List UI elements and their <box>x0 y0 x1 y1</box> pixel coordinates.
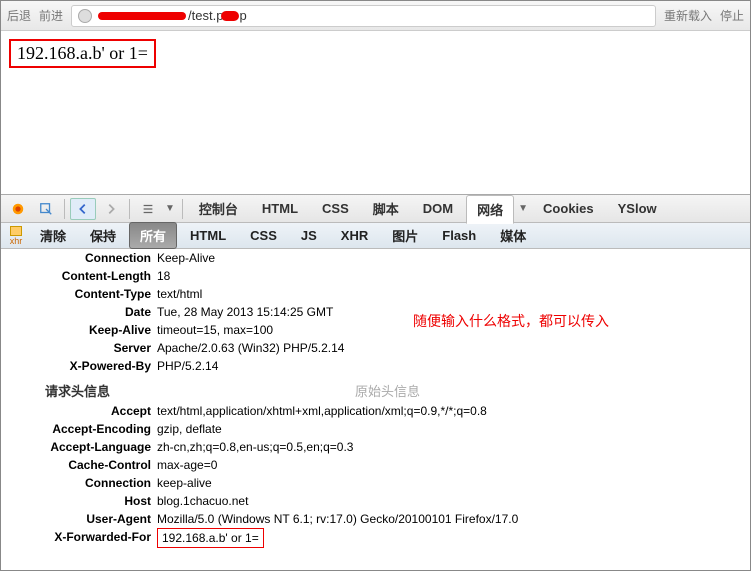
filter-images[interactable]: 图片 <box>381 222 429 249</box>
filter-xhr[interactable]: XHR <box>330 224 379 247</box>
header-value: Mozilla/5.0 (Windows NT 6.1; rv:17.0) Ge… <box>157 510 750 528</box>
header-key: Server <box>1 339 157 357</box>
url-text: /test.pp <box>96 8 247 23</box>
forward-button[interactable]: 前进 <box>39 7 63 24</box>
xff-highlight-box: 192.168.a.b' or 1= <box>157 528 264 548</box>
header-row: Cache-Controlmax-age=0 <box>1 456 750 474</box>
header-key: Content-Length <box>1 267 157 285</box>
header-row: Accept-Languagezh-cn,zh;q=0.8,en-us;q=0.… <box>1 438 750 456</box>
filter-js[interactable]: JS <box>290 224 328 247</box>
dropdown-icon[interactable]: ▼ <box>163 203 177 214</box>
filter-html[interactable]: HTML <box>179 224 237 247</box>
dropdown-icon[interactable]: ▼ <box>516 203 530 214</box>
devtools-main-toolbar: ▼ 控制台 HTML CSS 脚本 DOM 网络 ▼ Cookies YSlow <box>1 195 750 223</box>
header-value: keep-alive <box>157 474 750 492</box>
xhr-badge-label: xhr <box>10 236 23 246</box>
header-value: 192.168.a.b' or 1= <box>157 528 750 548</box>
globe-icon <box>78 9 92 23</box>
xhr-badge-icon <box>10 226 22 236</box>
nav-back-icon[interactable] <box>70 198 96 220</box>
header-row: Content-Typetext/html <box>1 285 750 303</box>
header-row: X-Forwarded-For192.168.a.b' or 1= <box>1 528 750 548</box>
header-key: Content-Type <box>1 285 157 303</box>
annotation-text: 随便输入什么格式，都可以传入 <box>413 311 609 331</box>
tab-html[interactable]: HTML <box>251 196 309 221</box>
header-row: Content-Length18 <box>1 267 750 285</box>
header-key: Accept <box>1 402 157 420</box>
filter-all[interactable]: 所有 <box>129 222 177 249</box>
header-value: blog.1chacuo.net <box>157 492 750 510</box>
header-value: PHP/5.2.14 <box>157 357 750 375</box>
header-row: DateTue, 28 May 2013 15:14:25 GMT <box>1 303 750 321</box>
request-headers-label[interactable]: 请求头信息 <box>45 381 355 400</box>
separator <box>64 199 65 219</box>
tab-cookies[interactable]: Cookies <box>532 196 605 221</box>
header-key: Keep-Alive <box>1 321 157 339</box>
clear-button[interactable]: 清除 <box>29 222 77 249</box>
header-row: Connectionkeep-alive <box>1 474 750 492</box>
header-key: User-Agent <box>1 510 157 528</box>
raw-headers-label[interactable]: 原始头信息 <box>355 381 420 400</box>
devtools-sub-toolbar: xhr 清除 保持 所有 HTML CSS JS XHR 图片 Flash 媒体 <box>1 223 750 249</box>
header-row: X-Powered-ByPHP/5.2.14 <box>1 357 750 375</box>
header-row: Keep-Alivetimeout=15, max=100 <box>1 321 750 339</box>
tab-dom[interactable]: DOM <box>412 196 464 221</box>
devtools-panel: ▼ 控制台 HTML CSS 脚本 DOM 网络 ▼ Cookies YSlow… <box>1 194 750 570</box>
header-key: X-Forwarded-For <box>1 528 157 548</box>
separator <box>129 199 130 219</box>
xhr-badge[interactable]: xhr <box>5 226 27 246</box>
page-content: 192.168.a.b' or 1= <box>1 31 750 76</box>
header-key: Connection <box>1 474 157 492</box>
firebug-icon[interactable] <box>5 198 31 220</box>
header-row: ServerApache/2.0.63 (Win32) PHP/5.2.14 <box>1 339 750 357</box>
filter-flash[interactable]: Flash <box>431 224 487 247</box>
url-bar[interactable]: /test.pp <box>71 5 656 27</box>
header-row: Accepttext/html,application/xhtml+xml,ap… <box>1 402 750 420</box>
separator <box>182 199 183 219</box>
list-view-icon[interactable] <box>135 198 161 220</box>
header-value: max-age=0 <box>157 456 750 474</box>
tab-yslow[interactable]: YSlow <box>607 196 668 221</box>
header-key: Accept-Language <box>1 438 157 456</box>
header-key: Connection <box>1 249 157 267</box>
tab-console[interactable]: 控制台 <box>188 194 249 223</box>
redaction-mark <box>98 12 186 20</box>
header-row: ConnectionKeep-Alive <box>1 249 750 267</box>
section-heading-row: 请求头信息 原始头信息 <box>1 381 750 400</box>
header-value: gzip, deflate <box>157 420 750 438</box>
browser-nav: 后退 前进 /test.pp 重新载入 停止 <box>1 1 750 31</box>
redaction-mark-2 <box>221 11 239 21</box>
header-value: text/html <box>157 285 750 303</box>
header-key: Date <box>1 303 157 321</box>
nav-forward-icon[interactable] <box>98 198 124 220</box>
page-output-text: 192.168.a.b' or 1= <box>9 39 156 68</box>
header-value: Keep-Alive <box>157 249 750 267</box>
tab-css[interactable]: CSS <box>311 196 360 221</box>
headers-panel: ConnectionKeep-Alive Content-Length18 Co… <box>1 249 750 570</box>
header-value: 18 <box>157 267 750 285</box>
header-key: Accept-Encoding <box>1 420 157 438</box>
tab-script[interactable]: 脚本 <box>362 194 410 223</box>
reload-button[interactable]: 重新载入 <box>664 7 712 24</box>
header-value: zh-cn,zh;q=0.8,en-us;q=0.5,en;q=0.3 <box>157 438 750 456</box>
persist-button[interactable]: 保持 <box>79 222 127 249</box>
tab-network[interactable]: 网络 <box>466 195 514 224</box>
header-key: X-Powered-By <box>1 357 157 375</box>
filter-css[interactable]: CSS <box>239 224 288 247</box>
stop-button[interactable]: 停止 <box>720 7 744 24</box>
header-key: Cache-Control <box>1 456 157 474</box>
header-row: Hostblog.1chacuo.net <box>1 492 750 510</box>
header-key: Host <box>1 492 157 510</box>
header-value: text/html,application/xhtml+xml,applicat… <box>157 402 750 420</box>
header-row: Accept-Encodinggzip, deflate <box>1 420 750 438</box>
back-button[interactable]: 后退 <box>7 7 31 24</box>
header-value: Apache/2.0.63 (Win32) PHP/5.2.14 <box>157 339 750 357</box>
filter-media[interactable]: 媒体 <box>489 222 537 249</box>
header-row: User-AgentMozilla/5.0 (Windows NT 6.1; r… <box>1 510 750 528</box>
inspect-icon[interactable] <box>33 198 59 220</box>
